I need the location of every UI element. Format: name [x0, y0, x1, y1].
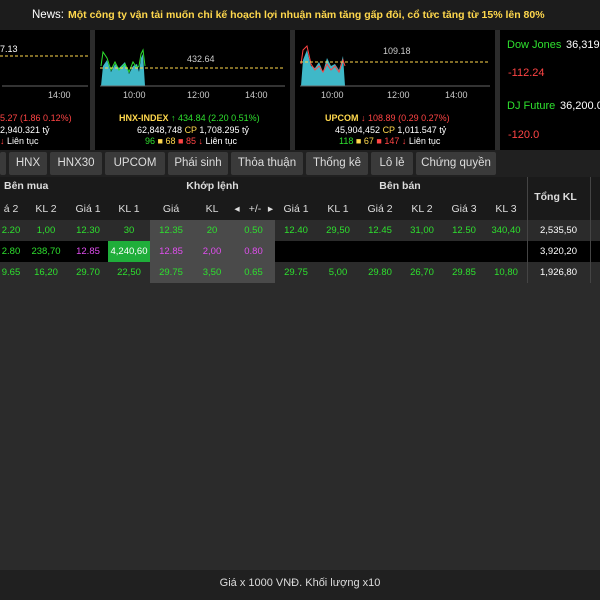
upcom-time-1: 10:00	[321, 90, 344, 100]
dow-jones-change: -112.24	[508, 67, 545, 79]
hose-status: Liên tục	[7, 136, 39, 146]
upcom-volume: 45,904,452	[335, 125, 381, 135]
header-ben-mua: Bên mua	[4, 180, 49, 192]
upcom-status: Liên tục	[408, 136, 441, 146]
upcom-value: 108.89	[368, 113, 396, 123]
col-gia2-buy: á 2	[3, 203, 19, 215]
hose-chart-label: 7.13	[0, 44, 18, 54]
col-gia1-sell: Giá 1	[283, 203, 309, 215]
arrow-down-icon: ↓	[401, 136, 407, 146]
hnx-volume: 62,848,748	[137, 125, 183, 135]
upcom-up-count: 118	[339, 136, 354, 146]
tab-phai-sinh[interactable]: Phái sinh	[168, 152, 228, 175]
hnx-status: Liên tục	[205, 136, 238, 146]
board-header: Bên mua Khớp lệnh Bên bán Tổng KL á 2 KL…	[0, 177, 600, 220]
col-kl3-sell: KL 3	[495, 203, 517, 215]
index-panel-hose[interactable]: 7.13 14:00 5.27 (1.86 0.12%) 2,940.321 t…	[0, 30, 90, 150]
square-icon: ■	[157, 136, 163, 146]
upcom-time-3: 14:00	[445, 90, 468, 100]
index-panel-upcom[interactable]: 109.18 10:00 12:00 14:00 UPCOM ↓ 108.89 …	[295, 30, 495, 150]
upcom-mini-chart	[300, 45, 490, 87]
news-bar: News: Một công ty vận tải muốn chỉ kế ho…	[0, 0, 600, 30]
hnx-mini-chart	[100, 48, 285, 87]
arrow-down-icon: ↓	[361, 113, 366, 123]
tab-hose-partial[interactable]	[0, 152, 6, 175]
tab-hnx[interactable]: HNX	[9, 152, 47, 175]
table-row[interactable]: 9.65 16,20 29.70 22,50 29.75 3,50 0.65 2…	[0, 262, 600, 283]
hose-time-2: 14:00	[48, 90, 71, 100]
upcom-pct: (0.29 0.27%)	[398, 113, 450, 123]
dj-future-change: -120.0	[508, 129, 540, 141]
table-row[interactable]: 2.80 238,70 12.85 4,240,60 12.85 2,00 0.…	[0, 241, 600, 262]
hnx-value: 434.84	[178, 113, 206, 123]
chevron-right-icon[interactable]: ▸	[266, 203, 275, 215]
square-icon: ■	[355, 136, 362, 146]
header-ben-ban: Bên bán	[379, 180, 421, 192]
upcom-cp: CP	[382, 125, 395, 135]
hnx-time-2: 12:00	[187, 90, 210, 100]
upcom-chart-label: 109.18	[383, 46, 411, 56]
tab-chung-quyen[interactable]: Chứng quyền	[416, 152, 496, 175]
hnx-pct: (2.20 0.51%)	[208, 113, 260, 123]
index-panel-hnx[interactable]: 432.64 10:00 12:00 14:00 HNX-INDEX ↑ 434…	[95, 30, 290, 150]
col-kl1-sell: KL 1	[327, 203, 349, 215]
hnx-down-count: 85	[185, 136, 196, 146]
arrow-down-icon: ↓	[0, 136, 5, 146]
tab-thoa-thuan[interactable]: Thỏa thuận	[231, 152, 303, 175]
news-label: News:	[32, 9, 64, 21]
world-indices-panel[interactable]: Dow Jones 36,319 -112.24 DJ Future 36,20…	[500, 30, 600, 150]
upcom-down-count: 147	[384, 136, 400, 146]
upcom-value-bn: 1,011.547 tỷ	[397, 125, 447, 135]
hose-pct: (1.86 0.12%)	[20, 113, 72, 123]
col-gia3-sell: Giá 3	[451, 203, 477, 215]
col-kl1-buy: KL 1	[118, 203, 140, 215]
header-khop-lenh: Khớp lệnh	[186, 180, 239, 192]
upcom-time-2: 12:00	[387, 90, 410, 100]
footer-note: Giá x 1000 VNĐ. Khối lượng x10	[0, 570, 600, 600]
header-tong-kl: Tổng KL	[534, 191, 577, 203]
hnx-value-bn: 1,708.295 tỷ	[199, 125, 249, 135]
col-change: +/-	[248, 203, 262, 215]
hnx-up-count: 96	[145, 136, 156, 146]
hnx-chart-label: 432.64	[187, 54, 215, 64]
col-kl2-sell: KL 2	[411, 203, 433, 215]
col-kl-match: KL	[205, 203, 219, 215]
hose-volume: 2,940.321 tỷ	[0, 125, 50, 135]
news-headline[interactable]: Một công ty vận tải muốn chỉ kế hoạch lợ…	[68, 9, 545, 21]
square-icon: ■	[178, 136, 184, 146]
col-gia1-buy: Giá 1	[75, 203, 101, 215]
tab-upcom[interactable]: UPCOM	[105, 152, 165, 175]
hose-change: 5.27	[0, 113, 18, 123]
arrow-up-icon: ↑	[171, 113, 176, 123]
dj-future-value: 36,200.0	[560, 100, 600, 112]
hnx-cp: CP	[184, 125, 197, 135]
square-icon: ■	[376, 136, 382, 146]
tab-lo-le[interactable]: Lô lẻ	[371, 152, 413, 175]
hnx-ref-count: 68	[165, 136, 176, 146]
col-gia2-sell: Giá 2	[367, 203, 393, 215]
market-tabs: HNX HNX30 UPCOM Phái sinh Thỏa thuận Thố…	[0, 150, 600, 177]
tab-hnx30[interactable]: HNX30	[50, 152, 102, 175]
tab-thong-ke[interactable]: Thống kê	[306, 152, 368, 175]
hnx-name: HNX-INDEX	[119, 113, 169, 123]
table-row[interactable]: 2.20 1,00 12.30 30 12.35 20 0.50 12.40 2…	[0, 220, 600, 241]
col-gia-match: Giá	[162, 203, 180, 215]
col-kl2-buy: KL 2	[35, 203, 57, 215]
dow-jones-label: Dow Jones	[507, 39, 562, 51]
chevron-left-icon[interactable]: ◂	[232, 203, 242, 215]
hnx-time-1: 10:00	[123, 90, 146, 100]
hnx-time-3: 14:00	[245, 90, 268, 100]
upcom-ref-count: 67	[363, 136, 374, 146]
dj-future-label: DJ Future	[507, 100, 556, 112]
upcom-name: UPCOM	[325, 113, 359, 123]
arrow-down-icon: ↓	[198, 136, 204, 146]
dow-jones-value: 36,319	[566, 39, 600, 51]
